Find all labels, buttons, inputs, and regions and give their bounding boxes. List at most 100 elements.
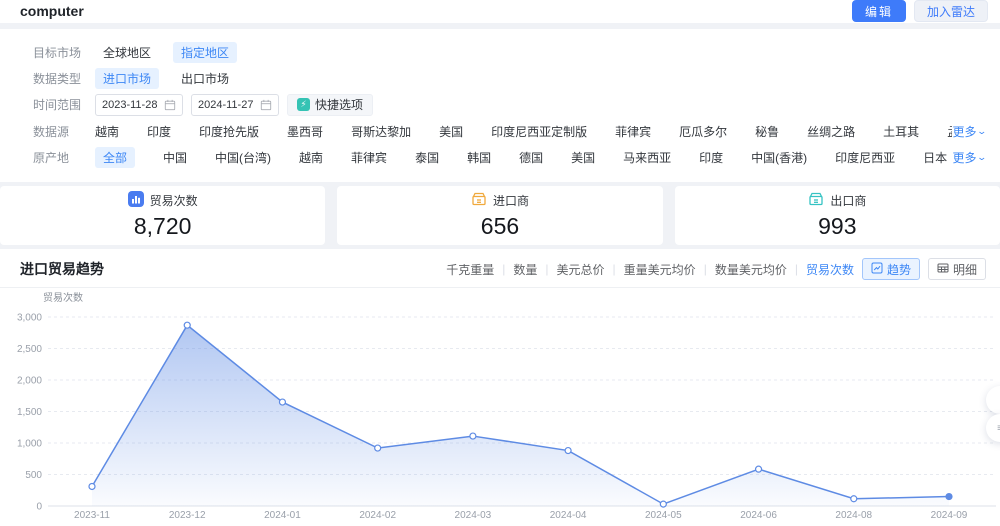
view-button-趋势[interactable]: 趋势 — [862, 258, 920, 280]
data-source-item[interactable]: 菲律宾 — [615, 121, 651, 142]
separator: | — [613, 262, 616, 276]
data-source-item[interactable]: 丝绸之路 — [807, 121, 855, 142]
data-point[interactable] — [470, 433, 476, 439]
origin-item[interactable]: 中国(台湾) — [215, 147, 271, 168]
y-tick-label: 1,000 — [17, 439, 42, 450]
start-date-input[interactable] — [95, 94, 183, 116]
origin-item[interactable]: 德国 — [519, 147, 543, 168]
x-tick-label: 2023-11 — [74, 510, 110, 521]
separator: | — [545, 262, 548, 276]
trend-icon — [871, 262, 883, 277]
filter-option[interactable]: 进口市场 — [95, 68, 159, 89]
view-button-明细[interactable]: 明细 — [928, 258, 986, 280]
exporter-icon — [808, 191, 824, 210]
stat-label: 进口商 — [493, 192, 529, 209]
data-source-item[interactable]: 印度 — [147, 121, 171, 142]
data-point[interactable] — [89, 483, 95, 489]
top-bar: computer 编辑 加入雷达 — [0, 0, 1000, 23]
data-point[interactable] — [660, 501, 666, 507]
origin-more-link[interactable]: 更多⌄ — [952, 149, 986, 166]
stat-label: 出口商 — [830, 192, 866, 209]
trend-chart: 贸易次数05001,0001,5002,0002,5003,0002023-11… — [0, 288, 1000, 526]
data-source-item[interactable]: 秘鲁 — [755, 121, 779, 142]
origin-item[interactable]: 中国(香港) — [751, 147, 807, 168]
x-tick-label: 2024-05 — [645, 510, 682, 521]
origin-item[interactable]: 泰国 — [415, 147, 439, 168]
data-point[interactable] — [184, 322, 190, 328]
metric-option[interactable]: 贸易次数 — [806, 261, 854, 278]
separator: | — [795, 262, 798, 276]
stat-cards-row: 贸易次数 8,720 进口商 656 出口商 993 — [0, 186, 1000, 245]
data-source-item[interactable]: 越南 — [95, 121, 119, 142]
y-tick-label: 3,000 — [17, 313, 42, 324]
filter-panel: 目标市场全球地区指定地区数据类型进口市场出口市场 时间范围 ⚡ 快捷选项 数据源… — [0, 29, 1000, 182]
data-source-item[interactable]: 印度抢先版 — [199, 121, 259, 142]
end-date-input[interactable] — [191, 94, 279, 116]
edit-button[interactable]: 编辑 — [852, 0, 906, 22]
origin-item[interactable]: 日本 — [923, 147, 947, 168]
metric-option[interactable]: 重量美元均价 — [624, 261, 696, 278]
importer-icon — [471, 191, 487, 210]
origin-item[interactable]: 美国 — [571, 147, 595, 168]
filter-row-label: 目标市场 — [33, 44, 95, 61]
x-tick-label: 2024-08 — [835, 510, 872, 521]
origin-item[interactable]: 马来西亚 — [623, 147, 671, 168]
data-source-item[interactable]: 美国 — [439, 121, 463, 142]
y-tick-label: 2,500 — [17, 344, 42, 355]
trend-title: 进口贸易趋势 — [20, 259, 104, 279]
data-source-item[interactable]: 印度尼西亚定制版 — [491, 121, 587, 142]
data-source-label: 数据源 — [33, 123, 95, 140]
calendar-icon — [164, 99, 176, 111]
origin-item[interactable]: 中国 — [163, 147, 187, 168]
origin-item[interactable]: 全部 — [95, 147, 135, 168]
data-source-item[interactable]: 厄瓜多尔 — [679, 121, 727, 142]
data-point[interactable] — [375, 445, 381, 451]
stat-card-0: 贸易次数 8,720 — [0, 186, 325, 245]
chevron-down-icon: ⌄ — [977, 126, 988, 137]
metric-option[interactable]: 千克重量 — [446, 261, 494, 278]
metric-option[interactable]: 美元总价 — [557, 261, 605, 278]
filter-option[interactable]: 全球地区 — [95, 42, 159, 63]
stat-card-2: 出口商 993 — [675, 186, 1000, 245]
time-range-label: 时间范围 — [33, 96, 95, 113]
data-point[interactable] — [565, 448, 571, 454]
data-source-more-link[interactable]: 更多⌄ — [952, 123, 986, 140]
x-tick-label: 2024-06 — [740, 510, 777, 521]
origin-item[interactable]: 印度尼西亚 — [835, 147, 895, 168]
bar-chart-icon — [128, 191, 144, 210]
page-title: computer — [20, 3, 84, 19]
origin-item[interactable]: 菲律宾 — [351, 147, 387, 168]
origin-item[interactable]: 印度 — [699, 147, 723, 168]
x-tick-label: 2024-01 — [264, 510, 301, 521]
add-to-radar-button[interactable]: 加入雷达 — [914, 0, 988, 22]
origin-item[interactable]: 韩国 — [467, 147, 491, 168]
data-source-item[interactable]: 土耳其 — [883, 121, 919, 142]
y-tick-label: 1,500 — [17, 407, 42, 418]
trend-section: 进口贸易趋势 千克重量|数量|美元总价|重量美元均价|数量美元均价|贸易次数趋势… — [0, 249, 1000, 526]
area-chart: 贸易次数05001,0001,5002,0002,5003,0002023-11… — [0, 288, 1000, 523]
chevron-down-icon: ⌄ — [977, 152, 988, 163]
stat-value: 993 — [818, 213, 856, 240]
x-tick-label: 2024-04 — [550, 510, 587, 521]
stat-label: 贸易次数 — [150, 192, 198, 209]
metric-option[interactable]: 数量 — [513, 261, 537, 278]
data-point[interactable] — [946, 494, 952, 500]
data-point[interactable] — [756, 466, 762, 472]
origin-item[interactable]: 越南 — [299, 147, 323, 168]
metric-option[interactable]: 数量美元均价 — [715, 261, 787, 278]
origin-row: 原产地 全部中国中国(台湾)越南菲律宾泰国韩国德国美国马来西亚印度中国(香港)印… — [33, 147, 986, 168]
data-point[interactable] — [279, 399, 285, 405]
quick-options-button[interactable]: ⚡ 快捷选项 — [287, 94, 373, 116]
y-tick-label: 2,000 — [17, 376, 42, 387]
separator: | — [704, 262, 707, 276]
data-source-item[interactable]: 哥斯达黎加 — [351, 121, 411, 142]
filter-row-label: 数据类型 — [33, 70, 95, 87]
filter-option[interactable]: 指定地区 — [173, 42, 237, 63]
data-point[interactable] — [851, 496, 857, 502]
stat-card-1: 进口商 656 — [337, 186, 662, 245]
data-source-item[interactable]: 墨西哥 — [287, 121, 323, 142]
quick-options-icon: ⚡ — [297, 98, 310, 111]
filter-option[interactable]: 出口市场 — [173, 68, 237, 89]
time-range-row: 时间范围 ⚡ 快捷选项 — [33, 94, 986, 116]
y-axis-title: 贸易次数 — [43, 291, 83, 304]
